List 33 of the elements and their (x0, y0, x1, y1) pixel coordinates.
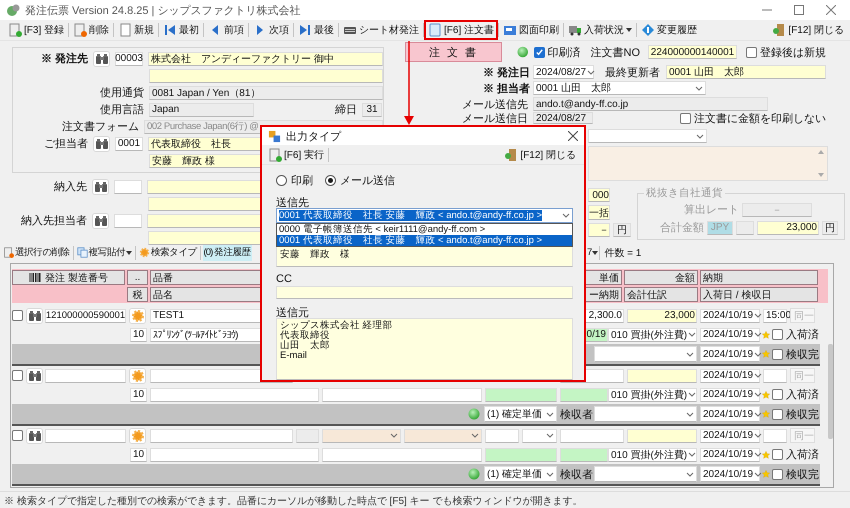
field-label: 納入先 (53, 180, 87, 194)
status-text: ※ 検索タイプで指定した種別での検索ができます。品番にカーソルが移動した時点で [F5] キー でも検索ウィンドウが開きます。 (4, 494, 582, 508)
column-header: 金額 (624, 270, 698, 285)
window-title: 発注伝票 Version 24.8.25 | シップスファクトリ株式会社 (25, 4, 300, 18)
count-text: 件数 = 1 (603, 246, 642, 260)
field-label: 算出レート (683, 203, 739, 217)
field-label: ※ 担当者 (482, 82, 530, 96)
field-label: メール送信先 (461, 98, 528, 112)
group-box: 税抜き自社通貨 算出レート － 合計金額 JPY 23,000 円 (637, 186, 845, 240)
field-label: 注文書フォーム (61, 120, 139, 134)
field-label: 合計金額 (659, 220, 704, 235)
field-label: 最終更新者 (605, 66, 660, 80)
field-label: 使用言語 (99, 102, 144, 117)
field-label: 検収者 (560, 408, 591, 422)
column-header: 発注 製造番号 (12, 270, 125, 285)
field-label: 納入先担当者 (20, 214, 87, 228)
column-header: 税 (127, 287, 148, 302)
column-header: .. (127, 270, 148, 285)
field-label: ご担当者 (43, 137, 88, 151)
column-header: 納期 (700, 270, 818, 285)
field-label: CC (276, 273, 293, 286)
document-badge: 注 文 書 (405, 42, 502, 62)
field-label: ※ 発注日 (482, 66, 530, 80)
field-label: 送信先 (276, 196, 310, 208)
field-label: メール送信日 (461, 112, 528, 126)
column-header: 会計仕訳 (624, 287, 698, 302)
field-label: ※ 発注先 (40, 52, 88, 66)
field-label: 検収者 (560, 468, 591, 482)
field-label: 締日 (335, 102, 357, 117)
field-label: 注文書NO (590, 46, 640, 60)
dialog-title: 出力タイプ (286, 130, 341, 144)
column-header: 入荷日 / 検収日 (700, 287, 818, 302)
field-label: 使用通貨 (99, 86, 144, 100)
